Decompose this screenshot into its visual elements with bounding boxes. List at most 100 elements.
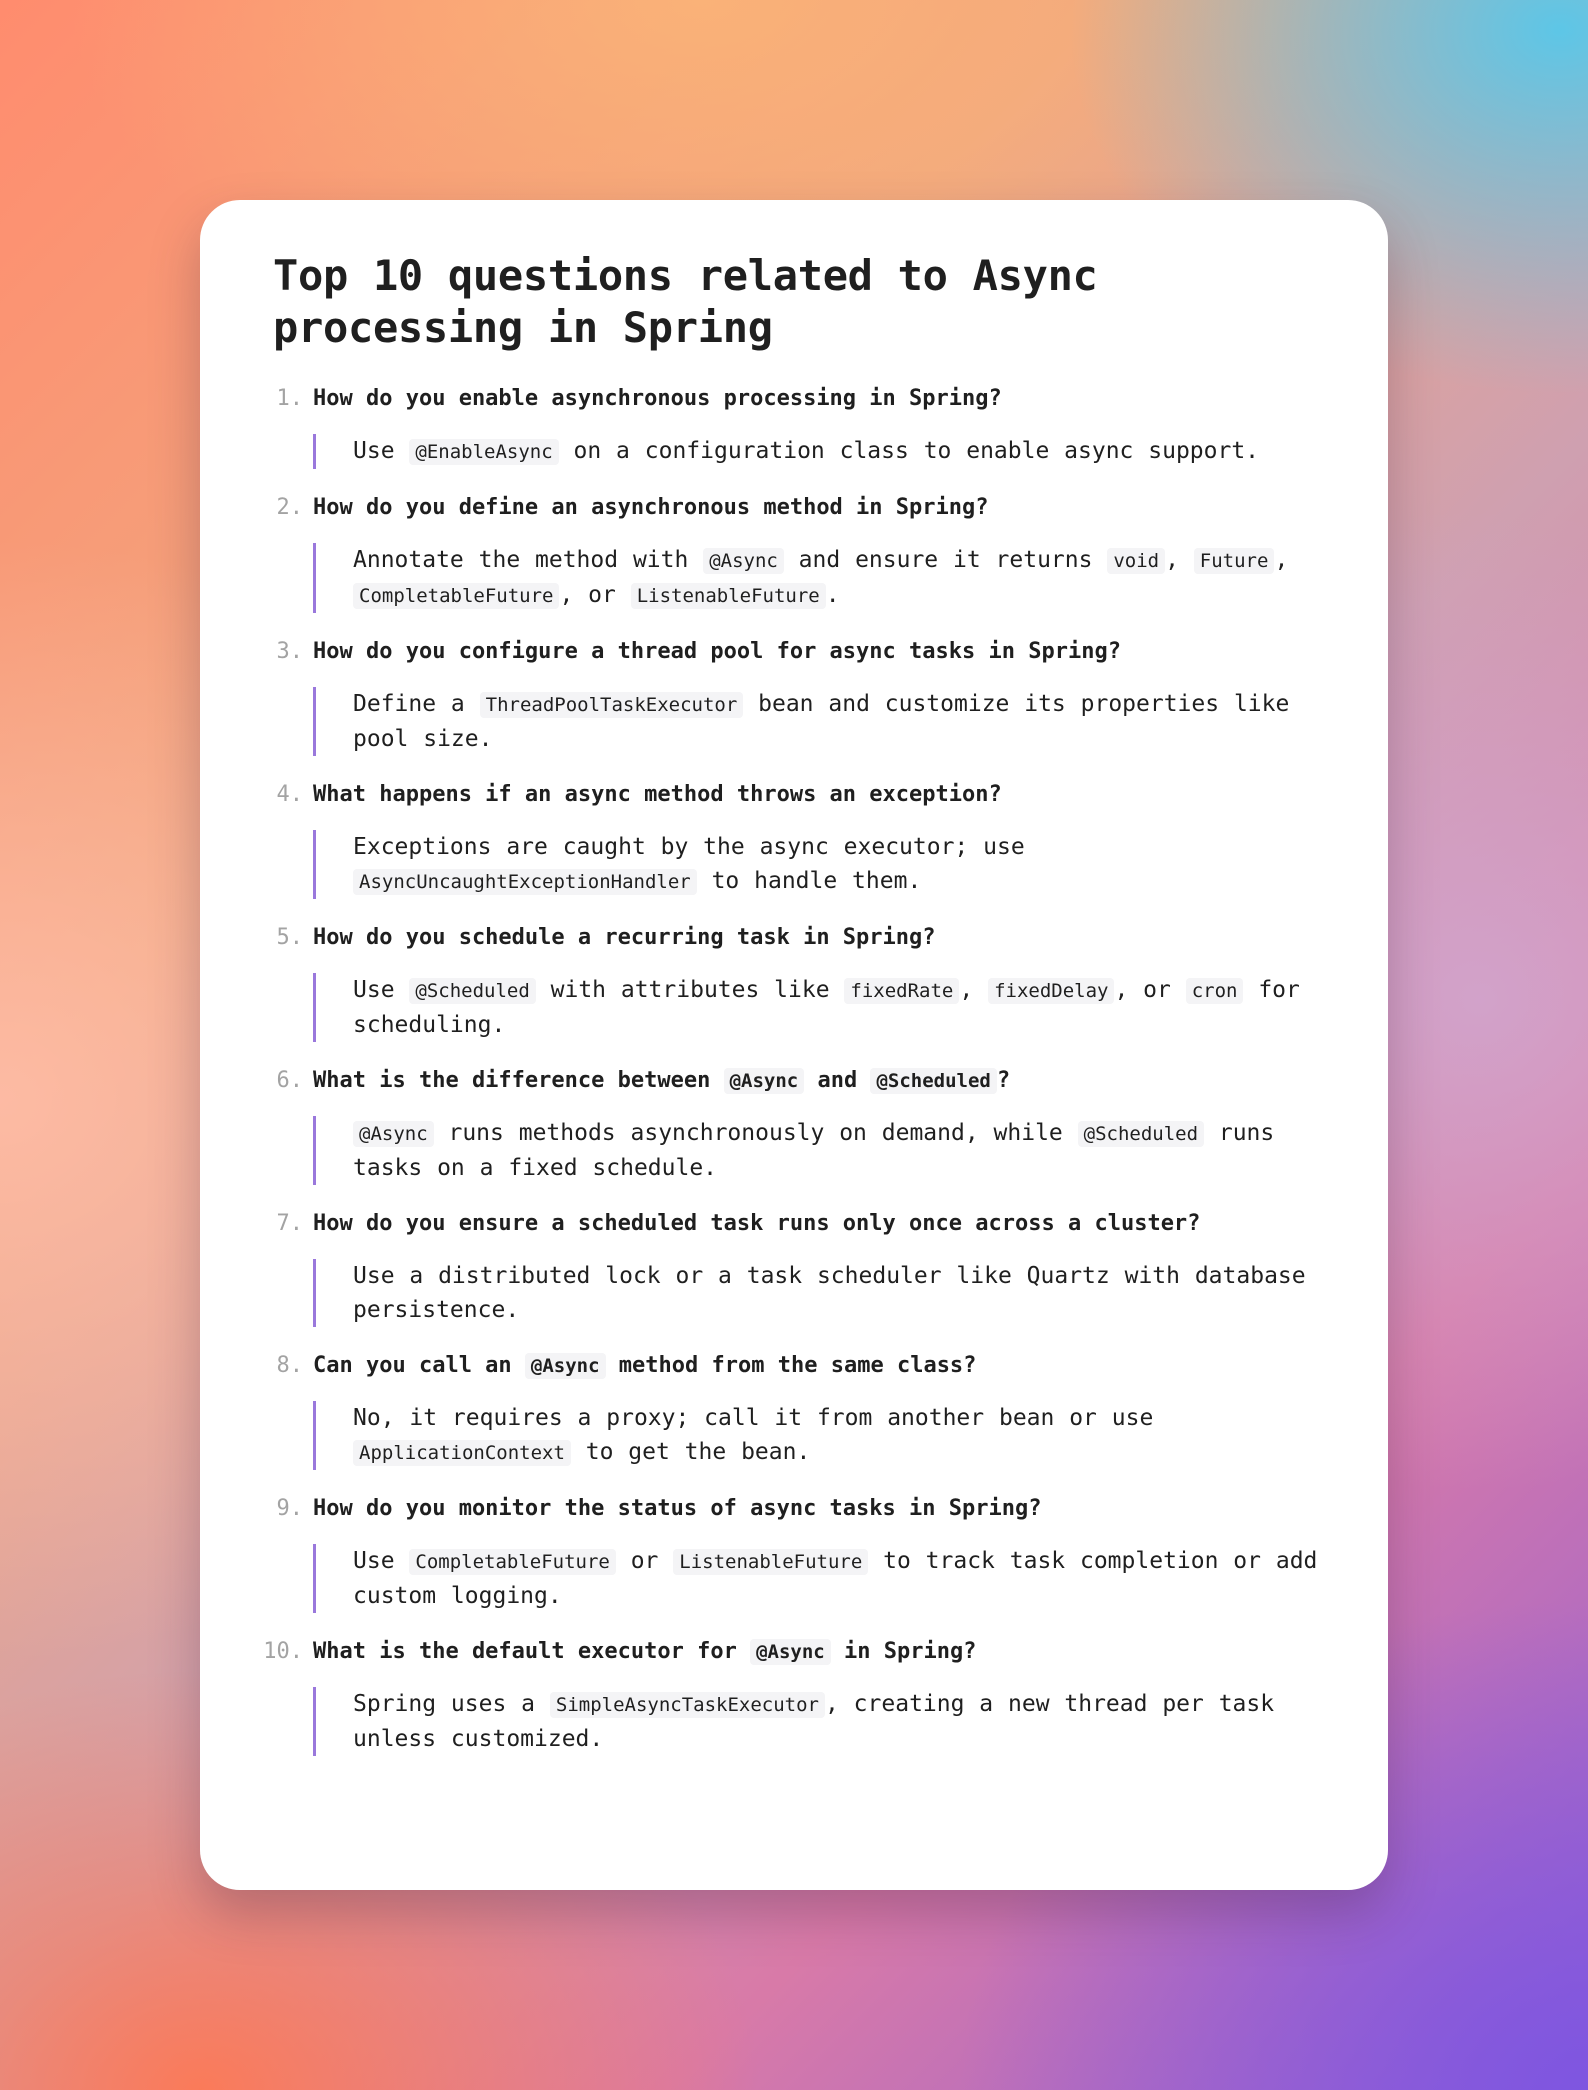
inline-code: ListenableFuture — [630, 583, 826, 609]
item-number: 8. — [276, 1353, 304, 1378]
text-segment: No, it requires a proxy; call it from an… — [353, 1405, 1154, 1431]
text-segment: ? — [996, 1068, 1011, 1093]
text-segment: What happens if an async method throws a… — [313, 782, 1002, 807]
text-segment: How do you ensure a scheduled task runs … — [313, 1211, 1201, 1236]
inline-code: @Async — [703, 548, 784, 574]
inline-code: @Scheduled — [409, 978, 536, 1004]
inline-code: @EnableAsync — [409, 439, 559, 465]
text-segment: Use — [353, 977, 410, 1003]
text-segment: or — [615, 1548, 674, 1574]
inline-code: ListenableFuture — [673, 1549, 869, 1575]
text-segment: to handle them. — [696, 868, 922, 894]
page-title: Top 10 questions related to Async proces… — [273, 251, 1098, 352]
item-number: 7. — [276, 1211, 304, 1236]
answer-blockquote: Exceptions are caught by the async execu… — [313, 830, 1332, 899]
question-item: 10. What is the default executor for @Asy… — [263, 1635, 1332, 1756]
text-segment: and ensure it returns — [783, 547, 1108, 573]
item-number: 10. — [263, 1639, 303, 1664]
question-text: How do you enable asynchronous processin… — [313, 382, 1332, 416]
answer-blockquote: Annotate the method with @Async and ensu… — [313, 543, 1332, 613]
text-segment: with attributes like — [535, 977, 845, 1003]
text-segment: Define a — [353, 691, 480, 717]
questions-list: 1. How do you enable asynchronous process… — [263, 382, 1332, 1756]
text-segment: How do you monitor the status of async t… — [313, 1496, 1042, 1521]
answer-blockquote: Spring uses a SimpleAsyncTaskExecutor, c… — [313, 1687, 1332, 1756]
question-item: 4. What happens if an async method throws… — [273, 778, 1332, 899]
text-segment: Annotate the method with — [353, 547, 704, 573]
inline-code: CompletableFuture — [353, 583, 560, 609]
inline-code: ApplicationContext — [353, 1440, 571, 1466]
inline-code: AsyncUncaughtExceptionHandler — [353, 869, 697, 895]
text-segment: How do you define an asynchronous method… — [313, 495, 989, 520]
answer-blockquote: Use @Scheduled with attributes like fixe… — [313, 973, 1332, 1042]
answer-blockquote: @Async runs methods asynchronously on de… — [313, 1116, 1332, 1185]
inline-code: void — [1107, 548, 1166, 574]
inline-code: Future — [1193, 548, 1275, 574]
text-segment: on a configuration class to enable async… — [558, 438, 1260, 464]
answer-blockquote: Use @EnableAsync on a configuration clas… — [313, 434, 1332, 469]
inline-code: cron — [1185, 978, 1244, 1004]
text-segment: How do you configure a thread pool for a… — [313, 639, 1121, 664]
text-segment: runs methods asynchronously on demand, w… — [433, 1120, 1078, 1146]
question-text: What happens if an async method throws a… — [313, 778, 1332, 812]
text-segment: How do you enable asynchronous processin… — [313, 386, 1002, 411]
answer-blockquote: Define a ThreadPoolTaskExecutor bean and… — [313, 687, 1332, 756]
item-number: 1. — [276, 386, 304, 411]
text-segment: Spring uses a — [353, 1691, 550, 1717]
question-item: 6. What is the difference between @Async … — [273, 1064, 1332, 1185]
text-segment: , — [1274, 547, 1289, 573]
inline-code: fixedRate — [844, 978, 960, 1004]
text-segment: Exceptions are caught by the async execu… — [353, 834, 1025, 860]
question-text: How do you define an asynchronous method… — [313, 491, 1332, 525]
qa-card: Top 10 questions related to Async proces… — [200, 200, 1388, 1890]
inline-code: @Scheduled — [1077, 1121, 1205, 1147]
item-number: 4. — [276, 782, 304, 807]
question-text: How do you configure a thread pool for a… — [313, 635, 1332, 669]
question-text: How do you monitor the status of async t… — [313, 1492, 1332, 1526]
text-segment: , — [1165, 547, 1194, 573]
question-text: How do you schedule a recurring task in … — [313, 921, 1332, 955]
question-item: 3. How do you configure a thread pool for… — [273, 635, 1332, 756]
text-segment: method from the same class? — [605, 1353, 977, 1378]
text-segment: Use — [353, 1548, 410, 1574]
text-segment: Use — [353, 438, 410, 464]
text-segment: to get the bean. — [570, 1439, 811, 1465]
question-item: 7. How do you ensure a scheduled task run… — [273, 1207, 1332, 1327]
inline-code: SimpleAsyncTaskExecutor — [549, 1692, 825, 1718]
text-segment: and — [804, 1068, 871, 1093]
text-segment: , or — [1114, 977, 1186, 1003]
text-segment: Use a distributed lock or a task schedul… — [353, 1263, 1306, 1323]
item-number: 2. — [276, 495, 304, 520]
text-segment: . — [825, 582, 840, 608]
question-item: 8. Can you call an @Async method from the… — [273, 1349, 1332, 1470]
text-segment: Can you call an — [313, 1353, 525, 1378]
text-segment: What is the difference between — [313, 1068, 724, 1093]
question-item: 5. How do you schedule a recurring task i… — [273, 921, 1332, 1042]
question-text: What is the difference between @Async an… — [313, 1064, 1332, 1098]
question-item: 1. How do you enable asynchronous process… — [273, 382, 1332, 469]
item-number: 5. — [276, 925, 304, 950]
text-segment: How do you schedule a recurring task in … — [313, 925, 936, 950]
inline-code: fixedDelay — [988, 978, 1115, 1004]
question-item: 9. How do you monitor the status of async… — [273, 1492, 1332, 1613]
item-number: 3. — [276, 639, 304, 664]
inline-code: @Async — [750, 1639, 831, 1665]
item-number: 9. — [276, 1496, 304, 1521]
question-text: How do you ensure a scheduled task runs … — [313, 1207, 1332, 1241]
inline-code: @Async — [524, 1353, 606, 1379]
inline-code: @Scheduled — [870, 1068, 997, 1094]
item-number: 6. — [276, 1068, 304, 1093]
question-text: What is the default executor for @Async … — [313, 1635, 1332, 1669]
inline-code: ThreadPoolTaskExecutor — [479, 692, 744, 718]
answer-blockquote: No, it requires a proxy; call it from an… — [313, 1401, 1332, 1470]
question-text: Can you call an @Async method from the s… — [313, 1349, 1332, 1383]
question-item: 2. How do you define an asynchronous meth… — [273, 491, 1332, 613]
inline-code: @Async — [353, 1121, 434, 1147]
inline-code: CompletableFuture — [409, 1549, 616, 1575]
text-segment: in Spring? — [830, 1639, 977, 1664]
inline-code: @Async — [723, 1068, 805, 1094]
text-segment: , — [959, 977, 989, 1003]
text-segment: , or — [559, 582, 631, 608]
answer-blockquote: Use a distributed lock or a task schedul… — [313, 1259, 1332, 1327]
answer-blockquote: Use CompletableFuture or ListenableFutur… — [313, 1544, 1332, 1613]
